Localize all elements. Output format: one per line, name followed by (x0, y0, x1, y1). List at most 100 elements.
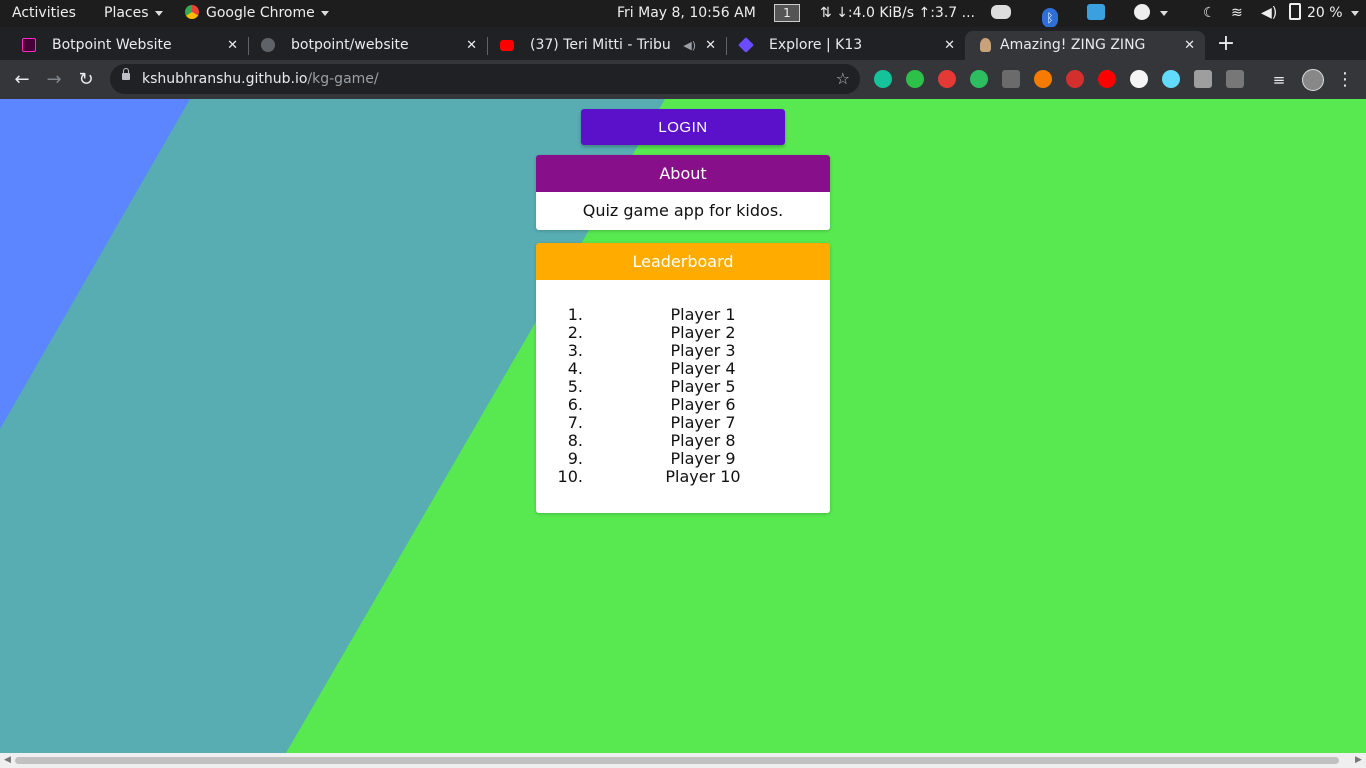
leaderboard-body: 1. Player 1 2. Player 2 3. Player 3 4. Player 4… (536, 280, 830, 513)
leaderboard-player-name: Player 4 (670, 359, 736, 378)
leaderboard-player-name: Player 2 (670, 323, 736, 342)
places-menu[interactable]: Places (104, 0, 163, 27)
drive-sync-icon[interactable] (1087, 0, 1105, 27)
battery-status[interactable]: 20 % (1289, 0, 1359, 27)
chevron-down-icon (320, 10, 329, 16)
forward-button[interactable]: → (42, 68, 66, 92)
tab-label: (37) Teri Mitti - Tribute (530, 37, 670, 53)
discord-icon[interactable] (991, 0, 1011, 27)
leaderboard-entry: 5. Player 5 (536, 378, 830, 396)
site-icon (980, 38, 991, 52)
accessibility-icon (1134, 4, 1150, 20)
leaderboard-player-name: Player 3 (670, 341, 736, 360)
tab-label: botpoint/website (291, 37, 409, 53)
back-button[interactable]: ← (10, 68, 34, 92)
pdf-icon[interactable] (1066, 70, 1084, 88)
react-icon[interactable] (1162, 70, 1180, 88)
network-speed-indicator[interactable]: ⇅ ↓:4.0 KiB/s ↑:3.7 ... (820, 0, 975, 27)
leaderboard-title: Leaderboard (536, 243, 830, 280)
leaderboard-entry: 1. Player 1 (536, 306, 830, 324)
leaderboard-player-name: Player 8 (670, 431, 736, 450)
close-icon[interactable]: ✕ (1184, 31, 1195, 60)
workspace-number: 1 (774, 4, 800, 22)
reload-button[interactable]: ↻ (74, 68, 98, 92)
grammarly-icon[interactable] (874, 70, 892, 88)
clock[interactable]: Fri May 8, 10:56 AM (617, 0, 756, 27)
about-title: About (536, 155, 830, 192)
browser-toolbar: ← → ↻ kshubhranshu.github.io/kg-game/ ☆ … (0, 60, 1366, 99)
evernote-icon[interactable] (970, 70, 988, 88)
leaderboard-entry: 6. Player 6 (536, 396, 830, 414)
chart-icon[interactable] (1226, 70, 1244, 88)
leaderboard-list: 1. Player 1 2. Player 2 3. Player 3 4. Player 4… (536, 306, 830, 486)
tab-strip: Botpoint Website ✕ botpoint/website ✕ (3… (0, 27, 1366, 60)
horizontal-scrollbar[interactable]: ◀ ▶ (0, 753, 1366, 768)
app-menu-label: Google Chrome (206, 5, 315, 21)
bug-icon[interactable] (1130, 70, 1148, 88)
close-icon[interactable]: ✕ (944, 31, 955, 60)
leaderboard-entry: 3. Player 3 (536, 342, 830, 360)
leaderboard-player-name: Player 6 (670, 395, 736, 414)
updown-arrows-icon: ⇅ (820, 5, 832, 21)
activities-button[interactable]: Activities (12, 0, 76, 27)
url-host: kshubhranshu.github.io (142, 71, 308, 87)
app-menu[interactable]: Google Chrome (185, 0, 329, 27)
chevron-down-icon (154, 10, 163, 16)
crx-icon[interactable] (1002, 70, 1020, 88)
avatar[interactable] (1302, 69, 1324, 91)
close-icon[interactable]: ✕ (466, 31, 477, 60)
leaderboard-player-name: Player 9 (670, 449, 736, 468)
places-label: Places (104, 5, 149, 21)
about-card: About Quiz game app for kidos. (536, 155, 830, 230)
speaker-icon[interactable]: ◀) (683, 31, 696, 60)
tab-botpoint-website[interactable]: Botpoint Website ✕ (8, 31, 248, 60)
close-icon[interactable]: ✕ (227, 31, 238, 60)
stack-icon[interactable] (1194, 70, 1212, 88)
tab-explore-k13[interactable]: Explore | K13 ✕ (725, 31, 965, 60)
stop-hand-icon[interactable] (938, 70, 956, 88)
flag-icon[interactable] (1034, 70, 1052, 88)
leaderboard-card: Leaderboard 1. Player 1 2. Player 2 3. Player… (536, 243, 830, 513)
leaderboard-player-name: Player 1 (670, 305, 736, 324)
leaderboard-rank: 1. (567, 305, 583, 324)
about-text: Quiz game app for kidos. (536, 192, 830, 230)
scrollbar-thumb[interactable] (15, 757, 1339, 764)
leaderboard-rank: 7. (567, 413, 583, 432)
leaderboard-rank: 3. (567, 341, 583, 360)
volume-icon: ◀) (1261, 5, 1278, 21)
close-icon[interactable]: ✕ (705, 31, 716, 60)
hand-icon[interactable] (906, 70, 924, 88)
bookmark-star-icon[interactable]: ☆ (836, 64, 850, 94)
login-button[interactable]: LOGIN (581, 109, 785, 145)
adobe-xd-icon (22, 38, 36, 52)
night-light-icon: ☾ (1203, 5, 1216, 21)
workspace-indicator[interactable]: 1 (774, 0, 800, 27)
bluetooth-icon[interactable]: ᛒ (1042, 0, 1058, 28)
battery-percent: 20 % (1307, 5, 1343, 21)
leaderboard-entry: 9. Player 9 (536, 450, 830, 468)
scroll-left-arrow-icon[interactable]: ◀ (0, 753, 15, 768)
github-icon (261, 38, 275, 52)
url-text[interactable]: kshubhranshu.github.io/kg-game/ (142, 64, 379, 94)
youtube-ext-icon[interactable] (1098, 70, 1116, 88)
leaderboard-rank: 9. (567, 449, 583, 468)
leaderboard-entry: 4. Player 4 (536, 360, 830, 378)
address-bar[interactable]: kshubhranshu.github.io/kg-game/ ☆ (110, 64, 860, 94)
tab-label: Botpoint Website (52, 37, 172, 53)
leaderboard-rank: 10. (557, 467, 583, 486)
tab-botpoint-github[interactable]: botpoint/website ✕ (247, 31, 487, 60)
leaderboard-entry: 7. Player 7 (536, 414, 830, 432)
new-tab-button[interactable]: + (1214, 30, 1238, 58)
accessibility-menu[interactable] (1134, 0, 1168, 27)
lock-icon[interactable] (122, 68, 130, 80)
wifi-icon: ≋ (1231, 5, 1243, 21)
media-queue-icon[interactable]: ≡ (1267, 68, 1291, 92)
system-top-bar: Activities Places Google Chrome Fri May … (0, 0, 1366, 28)
kebab-menu-icon[interactable]: ⋮ (1333, 68, 1357, 92)
scroll-right-arrow-icon[interactable]: ▶ (1351, 753, 1366, 768)
leaderboard-player-name: Player 10 (665, 467, 741, 486)
tab-teri-mitti[interactable]: (37) Teri Mitti - Tribute ◀) ✕ (486, 31, 726, 60)
chrome-icon (185, 5, 199, 19)
url-path: /kg-game/ (307, 71, 379, 87)
tab-amazing-zing-zing[interactable]: Amazing! ZING ZING ✕ (965, 31, 1205, 60)
